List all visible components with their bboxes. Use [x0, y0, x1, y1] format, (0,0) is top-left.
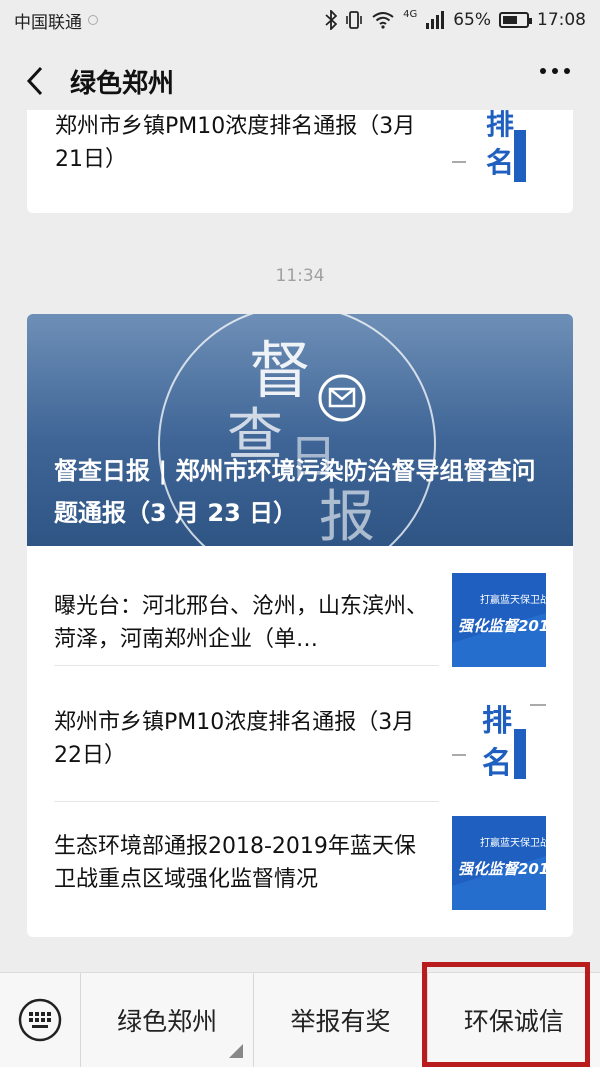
thumb-char: 排: [486, 110, 514, 141]
campaign-thumbnail: 打赢蓝天保卫战 强化监督2019: [452, 816, 560, 910]
thumb-line: 打赢蓝天保卫战: [480, 836, 546, 849]
menu-item-report-reward[interactable]: 举报有奖: [253, 972, 426, 1067]
article-title: 生态环境部通报2018-2019年蓝天保卫战重点区域强化监督情况: [54, 834, 416, 892]
status-bar: 中国联通 4G 65% 17:08: [0, 0, 600, 40]
clock: 17:08: [537, 10, 586, 30]
thumb-line: 强化监督2019: [458, 617, 546, 635]
more-dots-icon: [540, 68, 546, 74]
thumb-char: 名: [482, 746, 512, 781]
hd-icon: [88, 15, 98, 25]
signal-icon: [426, 11, 445, 29]
hero-title: 督查日报 | 郑州市环境污染防治督导组督查问题通报（3 月 23 日）: [54, 457, 536, 527]
bluetooth-icon: [325, 10, 338, 30]
campaign-thumbnail: 打赢蓝天保卫战 强化监督2019: [452, 573, 560, 667]
vibrate-icon: [346, 11, 362, 29]
article-card-group: 督 查 日 报 督查日报 | 郑州市环境污染防治督导组督查问题通报（3 月 23…: [27, 314, 573, 937]
keyboard-toggle-button[interactable]: [0, 973, 80, 1067]
menu-label: 举报有奖: [290, 1007, 391, 1036]
more-button[interactable]: [540, 68, 570, 74]
chevron-left-icon: [26, 66, 43, 96]
article-card-previous[interactable]: 郑州市乡镇PM10浓度排名通报（3月21日） 排 名: [27, 110, 573, 213]
wifi-icon: [372, 12, 394, 29]
article-title: 曝光台：河北邢台、沧州，山东滨州、菏泽，河南郑州企业（单…: [54, 594, 429, 652]
list-item[interactable]: 郑州市乡镇PM10浓度排名通报（3月22日） 排 名: [27, 682, 573, 802]
message-timestamp: 11:34: [275, 266, 325, 286]
battery-percent: 65%: [453, 10, 491, 30]
highlight-box: [422, 962, 590, 1067]
page-title: 绿色郑州: [70, 68, 175, 99]
ranking-thumbnail: 排 名: [452, 110, 546, 204]
list-item[interactable]: 生态环境部通报2018-2019年蓝天保卫战重点区域强化监督情况 打赢蓝天保卫战…: [27, 802, 573, 937]
hero-char: 督: [249, 334, 311, 407]
article-title: 郑州市乡镇PM10浓度排名通报（3月21日）: [55, 114, 416, 172]
menu-label: 绿色郑州: [117, 1007, 218, 1036]
article-title: 郑州市乡镇PM10浓度排名通报（3月22日）: [54, 710, 415, 768]
submenu-indicator-icon: [229, 1043, 244, 1058]
thumb-char: 排: [482, 704, 512, 739]
list-item[interactable]: 曝光台：河北邢台、沧州，山东滨州、菏泽，河南郑州企业（单… 打赢蓝天保卫战 强化…: [27, 546, 573, 667]
menu-item-green-zhengzhou[interactable]: 绿色郑州: [80, 972, 253, 1067]
thumb-char: 名: [486, 146, 514, 179]
hero-article[interactable]: 督 查 日 报 督查日报 | 郑州市环境污染防治督导组督查问题通报（3 月 23…: [27, 314, 573, 546]
ranking-thumbnail: 排 名: [452, 695, 546, 789]
thumb-line: 强化监督2019: [458, 860, 546, 878]
network-type: 4G: [403, 8, 418, 20]
thumb-line: 打赢蓝天保卫战: [480, 593, 546, 606]
carrier-label: 中国联通: [14, 12, 82, 33]
battery-icon: [499, 12, 532, 28]
keyboard-icon: [18, 998, 62, 1042]
divider: [54, 665, 439, 666]
